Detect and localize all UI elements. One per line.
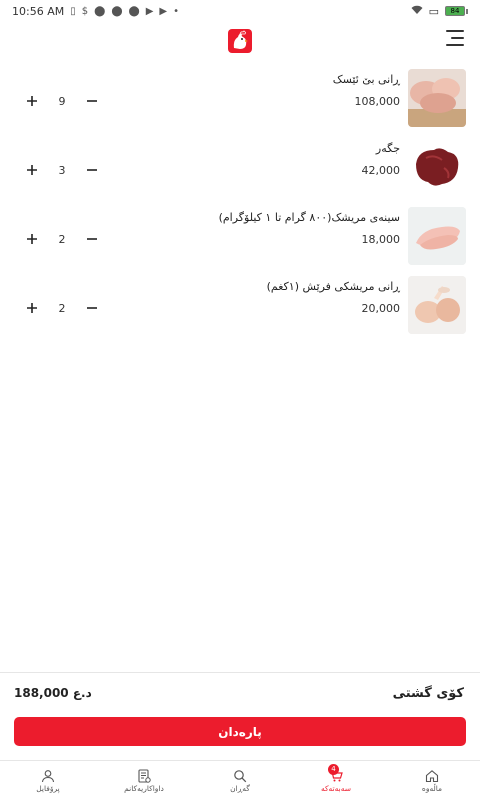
cart-count-badge: 4 (328, 763, 339, 775)
home-icon (425, 769, 439, 782)
cart-item: جگەر 42,000 3 (0, 133, 480, 202)
quantity-stepper: 3 (22, 159, 102, 181)
minus-icon (87, 307, 97, 309)
product-image[interactable] (408, 69, 466, 127)
minus-icon (87, 169, 97, 171)
nav-label: سەبەتەکە (320, 783, 352, 793)
dot-icon: • (173, 5, 180, 17)
increase-button[interactable] (22, 91, 42, 111)
vibrate-icon: ▯ (70, 5, 76, 17)
nav-label: داواکاریەکانم (124, 783, 164, 793)
product-image[interactable] (408, 276, 466, 334)
cart-item: سینەی مریشک(٨٠٠ گرام تا ١ کیلۆگرام) 18,0… (0, 202, 480, 271)
status-time: 10:56 AM (12, 4, 65, 18)
sim-icon: ▭ (428, 4, 439, 18)
product-price: 42,000 (361, 164, 401, 177)
product-name: سینەی مریشک(٨٠٠ گرام تا ١ کیلۆگرام) (218, 211, 400, 224)
user-icon (41, 769, 55, 782)
location-icon-2: ⬤ (111, 5, 123, 17)
battery-icon: 84 (445, 6, 468, 16)
decrease-button[interactable] (82, 91, 102, 111)
increase-button[interactable] (22, 229, 42, 249)
location-icon: ⬤ (94, 5, 106, 17)
bottom-nav: پرۆفایل داواکاریەکانم گەڕان 4 سەبەتەکە م… (0, 760, 480, 800)
quantity-value: 9 (58, 94, 66, 108)
product-price: 20,000 (361, 302, 401, 315)
rooster-logo-icon[interactable] (227, 28, 253, 54)
increase-button[interactable] (22, 298, 42, 318)
pay-button[interactable]: پارەدان (14, 717, 466, 746)
plus-icon (27, 234, 37, 244)
minus-icon (87, 100, 97, 102)
menu-icon (446, 30, 464, 32)
plus-icon (27, 165, 37, 175)
nav-item-orders[interactable]: داواکاریەکانم (96, 768, 192, 793)
total-label: کۆی گشتی (392, 686, 464, 701)
checkout-summary: کۆی گشتی 188,000 د.ع پارەدان (0, 672, 480, 760)
product-name: ڕانی مریشکی فرێش (١کغم) (266, 280, 400, 293)
plus-icon (27, 96, 37, 106)
cart-list: ڕانی بێ ئێسک 108,000 9 جگەر 42,000 3 سین… (0, 64, 480, 340)
product-name: ڕانی بێ ئێسک (332, 73, 400, 86)
decrease-button[interactable] (82, 298, 102, 318)
quantity-stepper: 2 (22, 228, 102, 250)
nav-item-profile[interactable]: پرۆفایل (0, 769, 96, 793)
decrease-button[interactable] (82, 229, 102, 249)
menu-button[interactable] (446, 30, 464, 46)
plus-icon (27, 303, 37, 313)
product-image[interactable] (408, 207, 466, 265)
app-header (0, 22, 480, 60)
decrease-button[interactable] (82, 160, 102, 180)
search-icon (234, 769, 247, 782)
location-icon-3: ⬤ (128, 5, 140, 17)
minus-icon (87, 238, 97, 240)
cart-item: ڕانی بێ ئێسک 108,000 9 (0, 64, 480, 133)
nav-label: ماڵەوە (421, 783, 443, 793)
product-image[interactable] (408, 138, 466, 196)
nav-label: گەڕان (230, 783, 250, 793)
increase-button[interactable] (22, 160, 42, 180)
quantity-value: 2 (58, 301, 66, 315)
quantity-stepper: 9 (22, 90, 102, 112)
total-value: 188,000 د.ع (14, 686, 92, 700)
status-bar: 10:56 AM ▯ $ ⬤ ⬤ ⬤ ▶ ▶ • ▭ 84 (0, 0, 480, 22)
youtube-icon-2: ▶ (159, 5, 168, 17)
nav-item-home[interactable]: ماڵەوە (384, 769, 480, 793)
quantity-value: 3 (58, 163, 66, 177)
product-price: 18,000 (361, 233, 401, 246)
orders-icon (138, 768, 151, 783)
wifi-icon (411, 5, 423, 18)
youtube-icon: ▶ (145, 5, 154, 17)
nav-item-search[interactable]: گەڕان (192, 769, 288, 793)
nav-item-cart[interactable]: 4 سەبەتەکە (288, 763, 384, 793)
nav-label: پرۆفایل (36, 783, 60, 793)
product-name: جگەر (375, 142, 400, 155)
quantity-stepper: 2 (22, 297, 102, 319)
quantity-value: 2 (58, 232, 66, 246)
app-notification-icon: $ (81, 5, 89, 17)
cart-item: ڕانی مریشکی فرێش (١کغم) 20,000 2 (0, 271, 480, 340)
product-price: 108,000 (354, 95, 401, 108)
